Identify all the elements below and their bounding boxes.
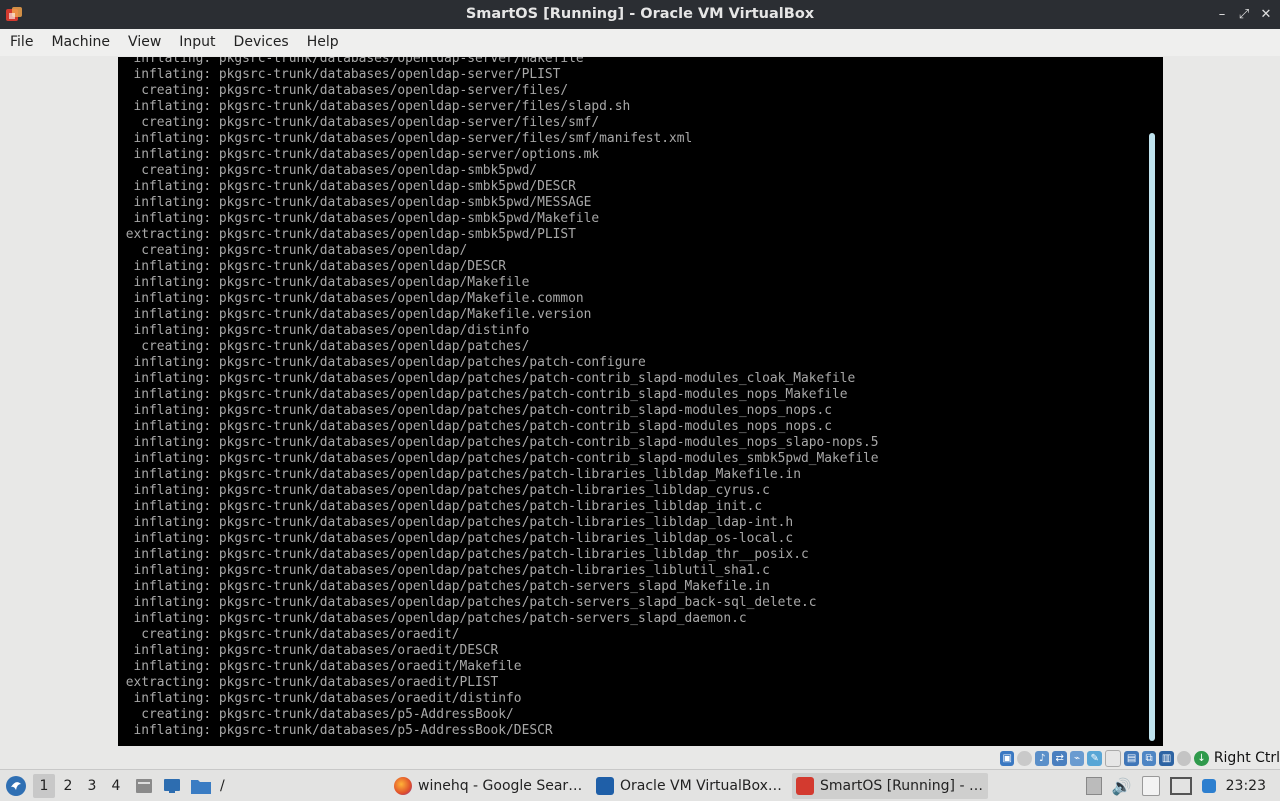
window-titlebar[interactable]: SmartOS [Running] - Oracle VM VirtualBox…: [0, 0, 1280, 29]
shared-folders-icon[interactable]: ✎: [1087, 750, 1102, 766]
console-line: creating: pkgsrc-trunk/databases/openlda…: [118, 163, 538, 178]
vm-display[interactable]: inflating: pkgsrc-trunk/databases/openld…: [118, 57, 1163, 746]
host-key-label: Right Ctrl: [1213, 750, 1280, 766]
tray-eject-icon[interactable]: [1085, 777, 1102, 795]
console-line: inflating: pkgsrc-trunk/databases/openld…: [118, 611, 747, 626]
console-line: inflating: pkgsrc-trunk/databases/openld…: [118, 99, 631, 114]
console-line: inflating: pkgsrc-trunk/databases/openld…: [118, 371, 856, 386]
network-tray-icon[interactable]: [1169, 777, 1192, 795]
console-line: creating: pkgsrc-trunk/databases/openlda…: [118, 243, 468, 258]
volume-icon[interactable]: 🔊: [1112, 777, 1132, 796]
task-label: SmartOS [Running] - …: [820, 778, 983, 794]
console-scrollbar[interactable]: [1149, 133, 1155, 741]
console-line: creating: pkgsrc-trunk/databases/openlda…: [118, 115, 600, 130]
console-line: creating: pkgsrc-trunk/databases/p5-Addr…: [118, 707, 514, 722]
console-line: inflating: pkgsrc-trunk/databases/openld…: [118, 131, 693, 146]
menu-view[interactable]: View: [120, 29, 169, 56]
keyboard-capture-icon[interactable]: ↓: [1194, 750, 1209, 766]
cpu-icon[interactable]: ▥: [1159, 750, 1174, 766]
display-icon[interactable]: [1104, 749, 1122, 767]
console-line: inflating: pkgsrc-trunk/databases/openld…: [118, 179, 576, 194]
notification-icon[interactable]: [1201, 779, 1216, 793]
console-line: inflating: pkgsrc-trunk/databases/openld…: [118, 483, 770, 498]
audio-icon[interactable]: ♪: [1034, 750, 1050, 766]
console-line: inflating: pkgsrc-trunk/databases/openld…: [118, 563, 770, 578]
console-line: creating: pkgsrc-trunk/databases/openlda…: [118, 83, 569, 98]
console-line: inflating: pkgsrc-trunk/databases/openld…: [118, 531, 794, 546]
task-virtualbox-manager[interactable]: Oracle VM VirtualBox…: [596, 773, 786, 799]
menu-machine[interactable]: Machine: [43, 29, 118, 56]
workspace-1[interactable]: 1: [33, 773, 55, 798]
window-title: SmartOS [Running] - Oracle VM VirtualBox: [465, 6, 815, 22]
menu-bar: File Machine View Input Devices Help: [0, 29, 1280, 56]
clipboard-tray-icon[interactable]: [1141, 776, 1160, 796]
console-line: inflating: pkgsrc-trunk/databases/openld…: [118, 419, 832, 434]
desktop-launcher-icon[interactable]: [162, 776, 182, 796]
console-line: inflating: pkgsrc-trunk/databases/openld…: [118, 451, 879, 466]
console-line: inflating: pkgsrc-trunk/databases/openld…: [118, 515, 794, 530]
console-line: extracting: pkgsrc-trunk/databases/openl…: [118, 227, 576, 242]
console-line: inflating: pkgsrc-trunk/databases/oraedi…: [118, 659, 522, 674]
console-output: inflating: pkgsrc-trunk/databases/openld…: [118, 57, 1148, 739]
console-line: inflating: pkgsrc-trunk/databases/openld…: [118, 323, 530, 338]
maximize-button[interactable]: ⤢: [1236, 7, 1252, 23]
menu-input[interactable]: Input: [171, 29, 223, 56]
console-line: inflating: pkgsrc-trunk/databases/openld…: [118, 275, 530, 290]
console-line: creating: pkgsrc-trunk/databases/oraedit…: [118, 627, 460, 642]
workspace-2[interactable]: 2: [57, 774, 79, 798]
mouse-integration-icon[interactable]: [1176, 750, 1192, 766]
clock: 23:23: [1225, 778, 1266, 794]
menu-help[interactable]: Help: [299, 29, 347, 56]
menu-devices[interactable]: Devices: [226, 29, 297, 56]
console-line: inflating: pkgsrc-trunk/databases/openld…: [118, 595, 817, 610]
console-line: inflating: pkgsrc-trunk/databases/oraedi…: [118, 643, 499, 658]
minimize-button[interactable]: –: [1214, 7, 1230, 23]
console-line: inflating: pkgsrc-trunk/databases/openld…: [118, 547, 809, 562]
console-line: inflating: pkgsrc-trunk/databases/openld…: [118, 579, 770, 594]
firefox-icon: [394, 777, 412, 795]
console-line: inflating: pkgsrc-trunk/databases/openld…: [118, 195, 592, 210]
usb-icon[interactable]: ⌁: [1069, 750, 1085, 766]
console-line: extracting: pkgsrc-trunk/databases/oraed…: [118, 675, 499, 690]
console-line: inflating: pkgsrc-trunk/databases/openld…: [118, 403, 832, 418]
console-line: inflating: pkgsrc-trunk/databases/openld…: [118, 147, 600, 162]
console-line: inflating: pkgsrc-trunk/databases/openld…: [118, 467, 801, 482]
optical-drive-icon[interactable]: [1017, 750, 1032, 766]
virtualbox-vm-icon: [796, 777, 814, 795]
virtualbox-icon: [596, 777, 614, 795]
video-capture-icon[interactable]: ▤: [1124, 750, 1139, 766]
console-line: inflating: pkgsrc-trunk/databases/openld…: [118, 259, 507, 274]
console-line: inflating: pkgsrc-trunk/databases/openld…: [118, 355, 646, 370]
console-line: inflating: pkgsrc-trunk/databases/openld…: [118, 57, 584, 66]
start-menu-icon[interactable]: [4, 774, 28, 798]
system-tray: 🔊 23:23: [1085, 773, 1266, 799]
hard-disk-icon[interactable]: ▣: [1000, 750, 1015, 766]
path-label: /: [220, 777, 225, 794]
close-button[interactable]: ✕: [1258, 7, 1274, 23]
task-label: Oracle VM VirtualBox…: [620, 778, 782, 794]
console-line: inflating: pkgsrc-trunk/databases/openld…: [118, 67, 561, 82]
task-label: winehq - Google Sear…: [418, 778, 583, 794]
console-line: inflating: pkgsrc-trunk/databases/openld…: [118, 307, 592, 322]
vm-status-bar: ▣ ♪ ⇄ ⌁ ✎ ▤ ⧉ ▥ ↓ Right Ctrl: [1000, 747, 1280, 769]
task-firefox[interactable]: winehq - Google Sear…: [394, 773, 584, 799]
console-line: inflating: pkgsrc-trunk/databases/openld…: [118, 435, 879, 450]
console-line: creating: pkgsrc-trunk/databases/openlda…: [118, 339, 530, 354]
workspace-3[interactable]: 3: [81, 774, 103, 798]
menu-file[interactable]: File: [2, 29, 41, 56]
file-manager-launcher-icon[interactable]: [134, 776, 154, 796]
task-smartos-vm[interactable]: SmartOS [Running] - …: [792, 773, 988, 799]
console-line: inflating: pkgsrc-trunk/databases/openld…: [118, 211, 600, 226]
console-line: inflating: pkgsrc-trunk/databases/openld…: [118, 291, 584, 306]
console-line: inflating: pkgsrc-trunk/databases/openld…: [118, 387, 848, 402]
taskbar: 1 2 3 4 / winehq - Google Sear… Oracle V…: [0, 769, 1280, 801]
clipboard-icon[interactable]: ⧉: [1141, 750, 1157, 766]
console-line: inflating: pkgsrc-trunk/databases/p5-Add…: [118, 723, 553, 738]
workspace-4[interactable]: 4: [105, 774, 127, 798]
console-line: inflating: pkgsrc-trunk/databases/openld…: [118, 499, 763, 514]
network-icon[interactable]: ⇄: [1052, 750, 1067, 766]
console-line: inflating: pkgsrc-trunk/databases/oraedi…: [118, 691, 522, 706]
folder-launcher-icon[interactable]: [190, 776, 212, 796]
